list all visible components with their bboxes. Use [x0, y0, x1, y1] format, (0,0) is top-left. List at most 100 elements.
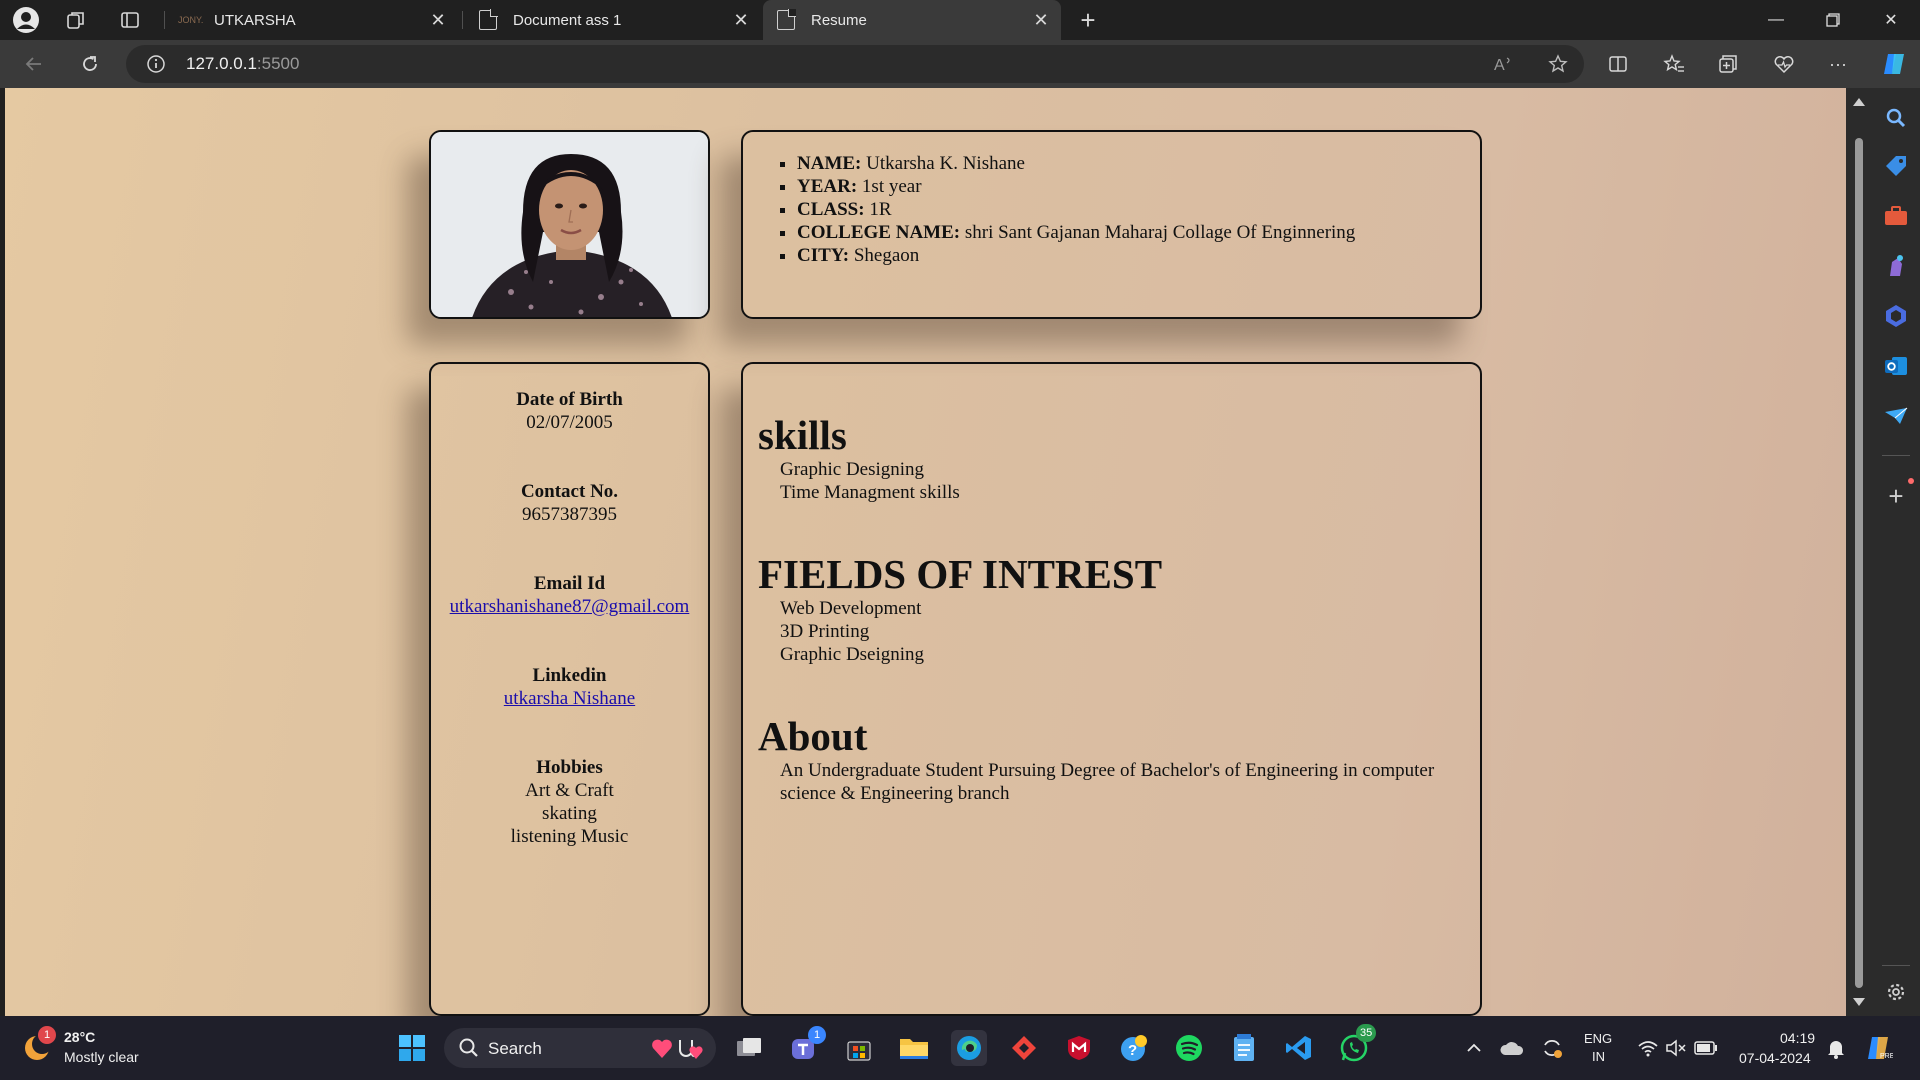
skill-item: Time Managment skills [780, 482, 960, 503]
restore-icon[interactable] [1805, 0, 1861, 40]
profile-photo [429, 130, 710, 319]
task-view-icon[interactable] [731, 1030, 767, 1066]
mcafee-icon[interactable] [1061, 1030, 1097, 1066]
copilot-taskbar-icon[interactable]: PRE [1860, 1030, 1896, 1066]
notifications-bell-icon[interactable] [1818, 1030, 1854, 1066]
microsoft-365-icon[interactable] [1882, 302, 1910, 330]
info-value: shri Sant Gajanan Maharaj Collage Of Eng… [960, 222, 1356, 243]
microsoft-store-icon[interactable] [841, 1030, 877, 1066]
vscode-icon[interactable] [1281, 1030, 1317, 1066]
linkedin-link[interactable]: utkarsha Nishane [504, 688, 635, 709]
tab-document-ass-1[interactable]: Document ass 1 ✕ [465, 0, 761, 40]
new-tab-button[interactable]: + [1072, 4, 1104, 36]
email-label: Email Id [533, 573, 606, 594]
region-code[interactable]: IN [1592, 1049, 1605, 1064]
weather-badge: 1 [38, 1026, 56, 1044]
about-heading: About [758, 713, 868, 759]
vertical-tabs-icon[interactable] [114, 4, 146, 36]
games-icon[interactable] [1882, 252, 1910, 280]
close-tab-icon[interactable]: ✕ [1031, 10, 1051, 30]
list-item: CLASS: 1R [797, 198, 1355, 221]
split-screen-icon[interactable] [1602, 48, 1634, 80]
clock-date[interactable]: 07-04-2024 [1739, 1050, 1811, 1066]
anydesk-icon[interactable] [1006, 1030, 1042, 1066]
windows-start-icon[interactable] [394, 1030, 430, 1066]
search-icon[interactable] [1882, 104, 1910, 132]
read-aloud-icon[interactable]: A [1488, 48, 1520, 80]
refresh-icon[interactable] [74, 48, 106, 80]
favorite-star-icon[interactable] [1542, 48, 1574, 80]
svg-text:?: ? [1128, 1042, 1137, 1059]
profile-icon[interactable] [10, 4, 42, 36]
notepad-icon[interactable] [1226, 1030, 1262, 1066]
clock-time[interactable]: 04:19 [1780, 1030, 1815, 1046]
whatsapp-icon[interactable]: 35 [1336, 1024, 1377, 1066]
add-sidebar-app-icon[interactable]: + [1882, 482, 1910, 510]
page-icon [777, 9, 796, 30]
settings-gear-icon[interactable] [1882, 978, 1910, 1006]
info-label: COLLEGE NAME: [797, 222, 961, 243]
teams-icon[interactable]: 1 [786, 1026, 826, 1066]
list-item: CITY: Shegaon [797, 244, 1355, 267]
browser-essentials-icon[interactable] [1768, 48, 1800, 80]
scroll-thumb[interactable] [1855, 138, 1863, 988]
sync-icon[interactable] [1534, 1030, 1570, 1066]
weather-desc: Mostly clear [64, 1049, 139, 1065]
dob-label: Date of Birth [516, 389, 623, 410]
hobbies-label: Hobbies [536, 757, 603, 778]
page-icon [479, 9, 498, 30]
more-menu-icon[interactable]: ··· [1822, 48, 1854, 80]
weather-icon[interactable]: 1 [22, 1026, 56, 1064]
address-bar[interactable]: 127.0.0.1:5500 A [126, 45, 1584, 83]
email-link[interactable]: utkarshanishane87@gmail.com [450, 596, 690, 617]
info-value: 1st year [857, 176, 922, 197]
close-window-icon[interactable]: ✕ [1863, 0, 1919, 40]
tab-resume[interactable]: Resume ✕ [763, 0, 1061, 40]
favorites-icon[interactable] [1658, 48, 1690, 80]
scroll-up-icon[interactable] [1853, 98, 1865, 106]
windows-taskbar: 1 28°C Mostly clear Search 1 ? 35 ENG IN… [0, 1016, 1920, 1080]
show-hidden-icons-chevron-icon[interactable] [1456, 1030, 1492, 1066]
linkedin-label: Linkedin [532, 665, 607, 686]
file-explorer-icon[interactable] [896, 1030, 932, 1066]
profile-photo-image [431, 132, 708, 317]
search-highlight-icon [650, 1034, 706, 1067]
back-icon[interactable] [18, 48, 50, 80]
contact-card: Date of Birth 02/07/2005 Contact No. 965… [429, 362, 710, 1016]
site-info-icon[interactable] [140, 48, 172, 80]
edge-browser-icon[interactable] [951, 1030, 987, 1066]
hobby-item: Art & Craft [525, 780, 614, 801]
copilot-icon[interactable] [1878, 48, 1910, 80]
phone-label: Contact No. [520, 481, 619, 502]
workspaces-icon[interactable] [60, 4, 92, 36]
tab-title: Document ass 1 [513, 11, 622, 29]
hobby-item: listening Music [510, 826, 629, 847]
tab-utkarsha[interactable]: JONY. UTKARSHA ✕ [168, 0, 458, 40]
page-scrollbar[interactable] [1846, 88, 1872, 1016]
taskbar-search-box[interactable]: Search [444, 1028, 716, 1068]
language-code[interactable]: ENG [1584, 1031, 1612, 1046]
tab-title: Resume [811, 11, 867, 29]
dob-block: Date of Birth 02/07/2005 [431, 388, 708, 434]
collections-icon[interactable] [1712, 48, 1744, 80]
close-tab-icon[interactable]: ✕ [428, 10, 448, 30]
skill-item: Graphic Designing [780, 459, 925, 480]
phone-block: Contact No. 9657387395 [431, 480, 708, 526]
help-app-icon[interactable]: ? [1116, 1030, 1152, 1066]
shopping-tag-icon[interactable] [1882, 152, 1910, 180]
browser-tab-bar: JONY. UTKARSHA ✕ Document ass 1 ✕ Resume… [0, 0, 1920, 40]
minimize-icon[interactable]: — [1748, 0, 1804, 40]
scroll-down-icon[interactable] [1853, 998, 1865, 1006]
tools-icon[interactable] [1882, 202, 1910, 230]
list-item: NAME: Utkarsha K. Nishane [797, 152, 1355, 175]
edge-sidebar: + [1872, 88, 1920, 1016]
battery-icon[interactable] [1688, 1030, 1724, 1066]
teams-badge: 1 [808, 1026, 826, 1044]
onedrive-icon[interactable] [1494, 1030, 1530, 1066]
spotify-icon[interactable] [1171, 1030, 1207, 1066]
info-value: Utkarsha K. Nishane [861, 153, 1025, 174]
drop-icon[interactable] [1882, 402, 1910, 430]
outlook-icon[interactable] [1882, 352, 1910, 380]
close-tab-icon[interactable]: ✕ [731, 10, 751, 30]
tab-favicon-icon: JONY. [178, 15, 204, 25]
